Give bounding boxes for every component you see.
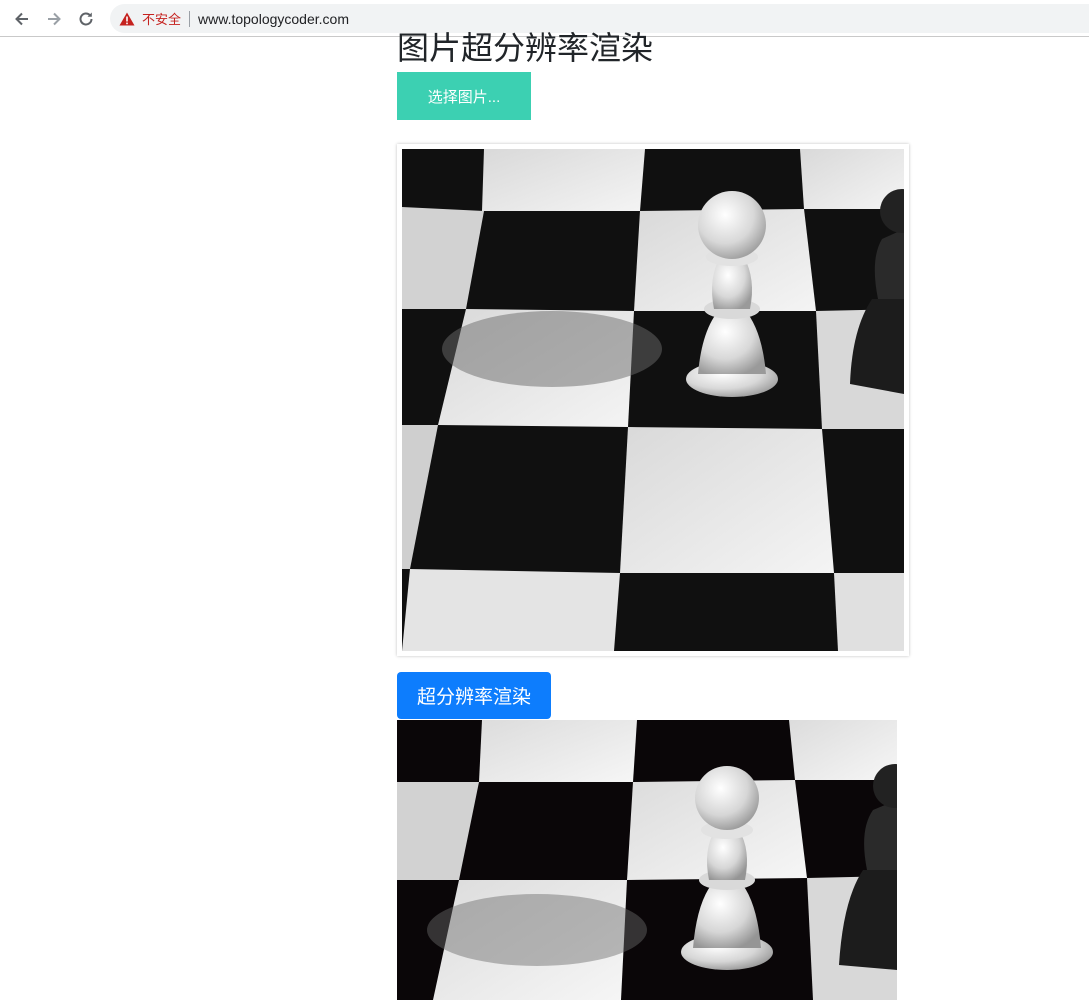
page-title: 图片超分辨率渲染: [397, 30, 654, 66]
back-button[interactable]: [9, 6, 35, 32]
url-text[interactable]: www.topologycoder.com: [198, 11, 349, 27]
warning-triangle-icon: [119, 11, 135, 27]
arrow-left-icon: [15, 12, 28, 26]
super-resolution-render-button[interactable]: 超分辨率渲染: [397, 672, 551, 719]
reload-button[interactable]: [73, 6, 99, 32]
source-image-frame: [397, 144, 924, 656]
result-image-frame: [397, 720, 897, 1000]
reload-icon: [79, 12, 93, 26]
arrow-right-icon: [48, 12, 61, 26]
omnibox-divider: [189, 10, 191, 27]
result-image: [397, 720, 897, 1000]
source-image: [402, 149, 924, 651]
choose-image-button[interactable]: 选择图片...: [397, 72, 531, 120]
security-status[interactable]: 不安全: [142, 9, 181, 28]
forward-button[interactable]: [41, 6, 67, 32]
